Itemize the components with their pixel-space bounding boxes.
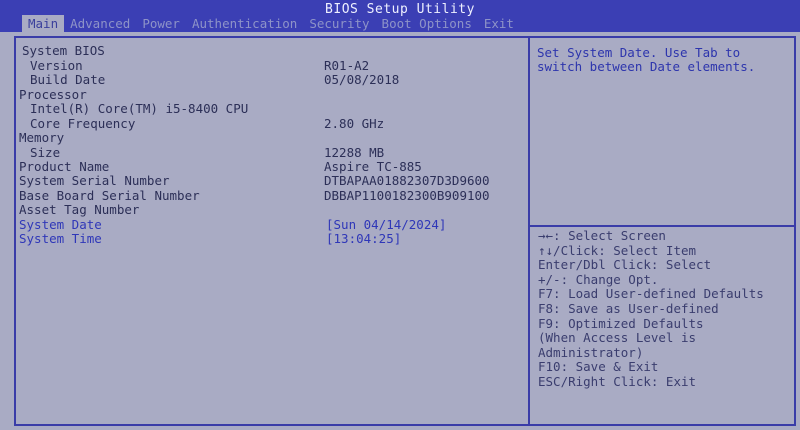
system-time-label: System Time: [19, 231, 102, 246]
tab-exit[interactable]: Exit: [478, 15, 520, 32]
core-frequency-value: 2.80 GHz: [324, 116, 385, 131]
key-f7-load-defaults: F7: Load User-defined Defaults: [538, 286, 764, 302]
system-bios-heading: System BIOS: [22, 43, 105, 58]
core-frequency-label: Core Frequency: [30, 116, 136, 131]
memory-heading: Memory: [19, 130, 65, 145]
key-select-screen: →←: Select Screen: [538, 228, 666, 243]
system-date-label: System Date: [19, 217, 102, 232]
asset-tag-label: Asset Tag Number: [19, 202, 140, 217]
tab-main[interactable]: Main: [22, 15, 65, 32]
key-f9-optimized: F9: Optimized Defaults: [538, 315, 704, 331]
tab-authentication[interactable]: Authentication: [186, 15, 303, 32]
help-divider: [530, 225, 796, 227]
memory-size-value: 12288 MB: [324, 145, 385, 160]
key-select-item: ↑↓/Click: Select Item: [538, 242, 697, 258]
key-administrator-note: Administrator): [538, 344, 644, 360]
key-change-opt: +/-: Change Opt.: [538, 271, 659, 287]
key-esc-exit: ESC/Right Click: Exit: [538, 373, 697, 389]
system-serial-value: DTBAPAA01882307D3D9600: [324, 173, 490, 188]
key-enter-select: Enter/Dbl Click: Select: [538, 257, 712, 273]
key-access-level-note: (When Access Level is: [538, 330, 697, 346]
help-text: Set System Date. Use Tab to switch betwe…: [537, 45, 756, 74]
tab-advanced[interactable]: Advanced: [64, 15, 136, 32]
key-f10-save-exit: F10: Save & Exit: [538, 359, 659, 375]
board-serial-label: Base Board Serial Number: [19, 188, 200, 203]
build-date-value: 05/08/2018: [324, 72, 400, 87]
panel-divider: [528, 36, 530, 426]
tab-bar: Main Advanced Power Authentication Secur…: [22, 15, 520, 32]
version-value: R01-A2: [324, 58, 370, 73]
system-date-field[interactable]: [Sun 04/14/2024]: [326, 217, 446, 232]
product-name-value: Aspire TC-885: [324, 159, 422, 174]
tab-boot-options[interactable]: Boot Options: [376, 15, 478, 32]
processor-heading: Processor: [19, 87, 87, 102]
product-name-label: Product Name: [19, 159, 110, 174]
key-f8-save-defaults: F8: Save as User-defined: [538, 300, 719, 316]
tab-power[interactable]: Power: [136, 15, 186, 32]
system-serial-label: System Serial Number: [19, 173, 170, 188]
version-label: Version: [30, 58, 83, 73]
key-legend: →←: Select Screen ↑↓/Click: Select Item …: [538, 228, 796, 390]
cpu-name: Intel(R) Core(TM) i5-8400 CPU: [30, 101, 249, 116]
system-time-field[interactable]: [13:04:25]: [326, 231, 401, 246]
board-serial-value: DBBAP1100182300B909100: [324, 188, 490, 203]
memory-size-label: Size: [30, 145, 61, 160]
tab-security[interactable]: Security: [303, 15, 375, 32]
build-date-label: Build Date: [30, 72, 106, 87]
